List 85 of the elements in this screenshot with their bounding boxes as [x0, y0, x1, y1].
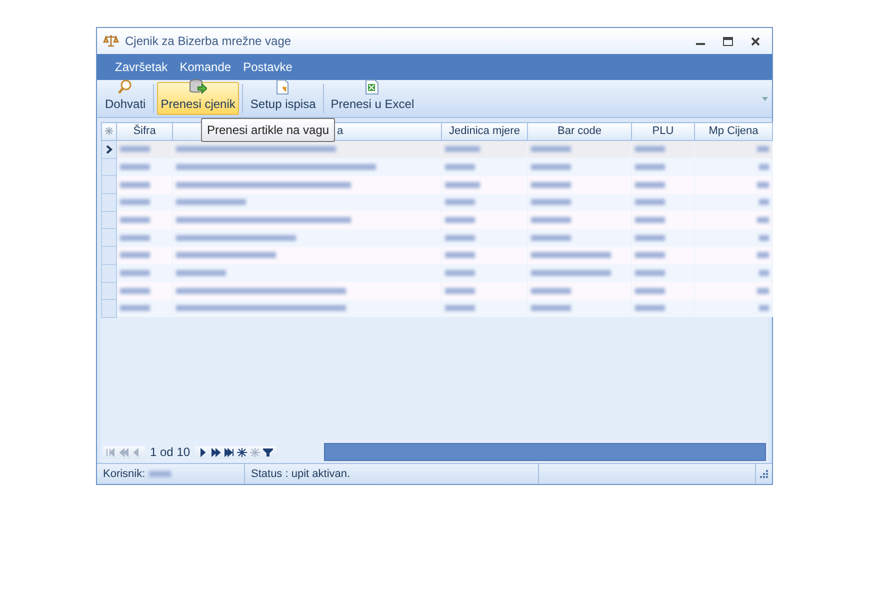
blurred-text [531, 164, 571, 170]
column-header[interactable]: PLU [632, 122, 694, 140]
blurred-text [445, 252, 475, 258]
blurred-text [635, 305, 665, 312]
blurred-text [445, 182, 480, 188]
last-icon[interactable] [224, 448, 234, 456]
status-text: Status : upit aktivan. [251, 466, 350, 482]
toolbar-button[interactable]: Setup ispisa [246, 82, 320, 115]
column-header[interactable]: Šifra [116, 122, 172, 140]
blurred-text [120, 216, 150, 223]
database-arrow-icon [189, 79, 208, 95]
blurred-text [531, 305, 571, 312]
blurred-text [759, 164, 769, 170]
tooltip: Prenesi artikle na vagu [201, 118, 336, 142]
blurred-text [120, 199, 150, 206]
blurred-text [120, 234, 150, 241]
blurred-text [759, 234, 769, 241]
close-icon [751, 37, 760, 46]
next-icon[interactable] [198, 448, 208, 456]
scales-icon [103, 34, 119, 48]
blurred-text [531, 182, 571, 188]
blurred-text [149, 471, 172, 477]
blurred-text [531, 216, 571, 223]
toolbar-button[interactable]: Dohvati [101, 82, 150, 115]
asterisk-icon [105, 127, 113, 136]
blurred-text [531, 199, 571, 206]
blurred-text [757, 252, 769, 258]
blurred-text [757, 146, 769, 152]
blurred-text [757, 288, 769, 294]
blurred-text [759, 305, 769, 312]
window-title: Cjenik za Bizerba mrežne vage [125, 33, 292, 50]
blurred-text [635, 216, 665, 223]
blurred-text [176, 199, 246, 206]
blurred-text [759, 199, 769, 206]
toolbar-button[interactable]: Prenesi u Excel [326, 82, 418, 115]
blurred-text [445, 305, 475, 312]
menu-item[interactable]: Postavke [243, 58, 292, 76]
blurred-text [445, 270, 475, 276]
blurred-text [445, 216, 475, 223]
blurred-text [635, 234, 665, 241]
blurred-text [635, 288, 665, 294]
blurred-text [635, 164, 665, 170]
menu-item[interactable]: Komande [180, 58, 232, 76]
blurred-text [531, 146, 571, 152]
blurred-text [445, 146, 480, 152]
toolbar-button[interactable]: Prenesi cjenik [156, 82, 240, 115]
spreadsheet-icon [364, 79, 380, 95]
add-icon[interactable] [237, 448, 248, 456]
resize-grip-icon[interactable] [760, 470, 768, 478]
blurred-text [176, 270, 226, 276]
blurred-text [759, 270, 769, 276]
magnifier-icon [117, 79, 134, 95]
blurred-text [120, 146, 150, 152]
user-label: Korisnik: [103, 466, 146, 482]
blurred-text [445, 164, 475, 170]
blurred-text [635, 182, 665, 188]
menu-item[interactable]: Završetak [115, 58, 168, 76]
next-page-icon[interactable] [211, 448, 222, 456]
column-header[interactable]: Jedinica mjere [442, 122, 528, 140]
blurred-text [757, 182, 769, 188]
dropdown-arrow-icon[interactable] [762, 96, 768, 100]
blurred-text [445, 199, 475, 206]
blurred-text [635, 252, 665, 258]
blurred-text [120, 305, 150, 312]
filter-icon[interactable] [263, 448, 274, 456]
row-indicator[interactable] [102, 140, 116, 158]
page-wrench-icon [275, 79, 292, 95]
blurred-text [120, 288, 150, 294]
blurred-text [635, 199, 665, 206]
horizontal-scrollbar[interactable] [324, 443, 766, 461]
blurred-text [445, 234, 475, 241]
maximize-icon [723, 37, 733, 46]
blurred-text [635, 270, 665, 276]
column-header[interactable]: Mp Cijena [694, 122, 772, 140]
record-position: 1 od 10 [149, 444, 192, 461]
blurred-text [445, 288, 475, 294]
blurred-text [531, 234, 571, 241]
column-header[interactable]: Bar code [528, 122, 632, 140]
blurred-text [757, 216, 769, 223]
blurred-text [531, 288, 571, 294]
blurred-text [120, 252, 150, 258]
blurred-text [120, 164, 150, 170]
blurred-text [120, 270, 150, 276]
blurred-text [635, 146, 665, 152]
blurred-text [120, 182, 150, 188]
